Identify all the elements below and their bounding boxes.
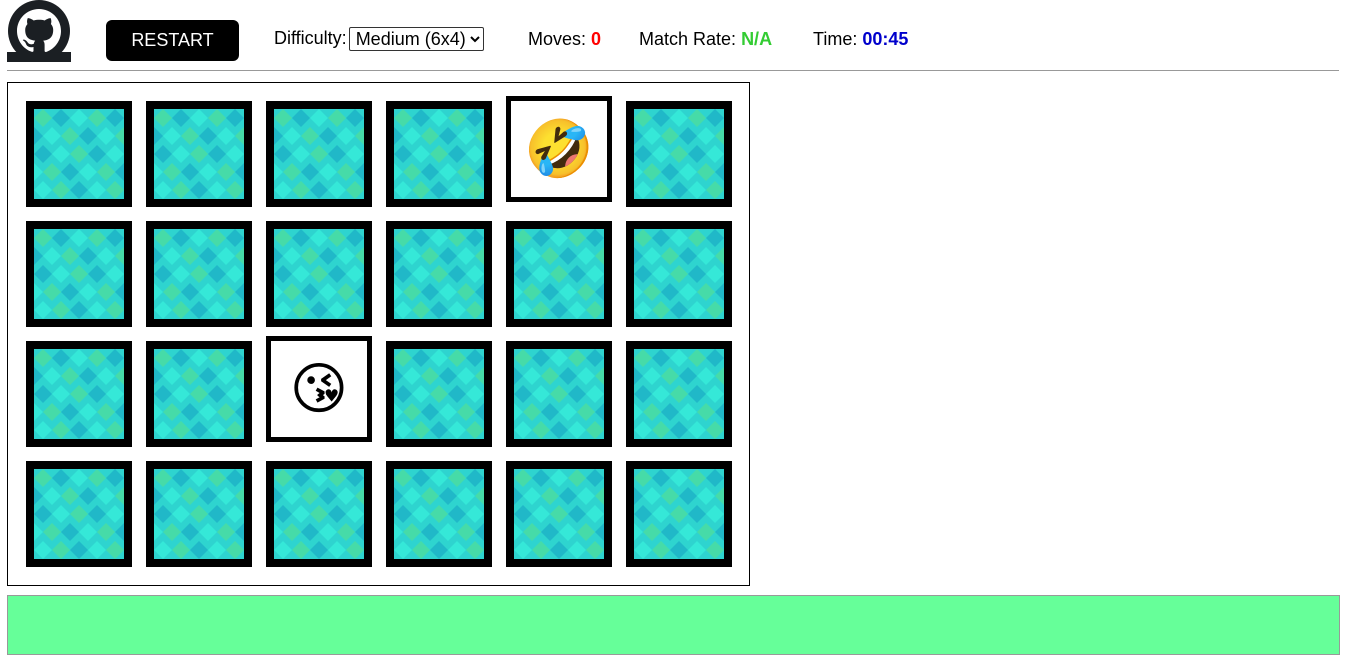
- memory-card-face-down[interactable]: [266, 461, 372, 567]
- rolling-on-floor-laughing-emoji: 🤣: [524, 117, 594, 180]
- card-back-pattern: [34, 109, 124, 199]
- card-back-pattern: [394, 469, 484, 559]
- card-back-pattern: [394, 229, 484, 319]
- card-back-pattern: [274, 469, 364, 559]
- memory-card-face-down[interactable]: [506, 221, 612, 327]
- memory-card-face-down[interactable]: [626, 341, 732, 447]
- difficulty-control: Difficulty: Medium (6x4): [274, 27, 484, 51]
- difficulty-label: Difficulty:: [274, 28, 347, 48]
- game-header: RESTART Difficulty: Medium (6x4) Moves: 0…: [0, 0, 1349, 70]
- memory-card-face-down[interactable]: [146, 101, 252, 207]
- face-blowing-kiss-emoji: 😘: [289, 357, 349, 420]
- moves-label: Moves:: [528, 29, 587, 49]
- memory-card-face-down[interactable]: [626, 101, 732, 207]
- game-board: 🤣 😘: [7, 82, 750, 586]
- memory-card-face-down[interactable]: [26, 341, 132, 447]
- card-back-pattern: [634, 349, 724, 439]
- moves-value: 0: [591, 29, 602, 49]
- memory-card-face-down[interactable]: [386, 221, 492, 327]
- memory-card-face-down[interactable]: [386, 101, 492, 207]
- memory-card-face-down[interactable]: [26, 101, 132, 207]
- memory-card-face-down[interactable]: [386, 461, 492, 567]
- match-rate-value: N/A: [741, 29, 773, 49]
- difficulty-select[interactable]: Medium (6x4): [348, 27, 484, 51]
- timer: Time: 00:45: [813, 28, 908, 50]
- time-label: Time:: [813, 29, 858, 49]
- card-back-pattern: [34, 229, 124, 319]
- card-back-pattern: [274, 229, 364, 319]
- card-back-pattern: [634, 469, 724, 559]
- memory-card-face-down[interactable]: [146, 341, 252, 447]
- card-back-pattern: [634, 109, 724, 199]
- memory-card-face-up[interactable]: 😘: [266, 336, 372, 442]
- memory-card-face-down[interactable]: [26, 221, 132, 327]
- card-back-pattern: [154, 109, 244, 199]
- memory-card-face-down[interactable]: [146, 221, 252, 327]
- memory-card-face-down[interactable]: [506, 461, 612, 567]
- card-back-pattern: [514, 469, 604, 559]
- moves-counter: Moves: 0: [528, 28, 601, 50]
- card-back-pattern: [274, 109, 364, 199]
- card-back-pattern: [634, 229, 724, 319]
- card-back-pattern: [394, 349, 484, 439]
- memory-card-face-down[interactable]: [626, 461, 732, 567]
- card-back-pattern: [154, 469, 244, 559]
- memory-card-face-down[interactable]: [26, 461, 132, 567]
- card-back-pattern: [394, 109, 484, 199]
- memory-card-face-down[interactable]: [506, 341, 612, 447]
- memory-card-face-down[interactable]: [626, 221, 732, 327]
- memory-card-face-down[interactable]: [146, 461, 252, 567]
- restart-button[interactable]: RESTART: [106, 20, 239, 61]
- card-back-pattern: [34, 469, 124, 559]
- memory-card-face-up[interactable]: 🤣: [506, 96, 612, 202]
- card-back-pattern: [34, 349, 124, 439]
- github-icon[interactable]: [7, 0, 71, 62]
- card-back-pattern: [514, 349, 604, 439]
- time-value: 00:45: [862, 29, 909, 49]
- memory-card-face-down[interactable]: [266, 101, 372, 207]
- card-back-pattern: [514, 229, 604, 319]
- card-back-pattern: [154, 349, 244, 439]
- memory-card-face-down[interactable]: [386, 341, 492, 447]
- match-rate: Match Rate: N/A: [639, 28, 772, 50]
- header-divider: [7, 70, 1339, 71]
- memory-card-face-down[interactable]: [266, 221, 372, 327]
- card-back-pattern: [154, 229, 244, 319]
- status-bar: [7, 595, 1340, 655]
- match-rate-label: Match Rate:: [639, 29, 737, 49]
